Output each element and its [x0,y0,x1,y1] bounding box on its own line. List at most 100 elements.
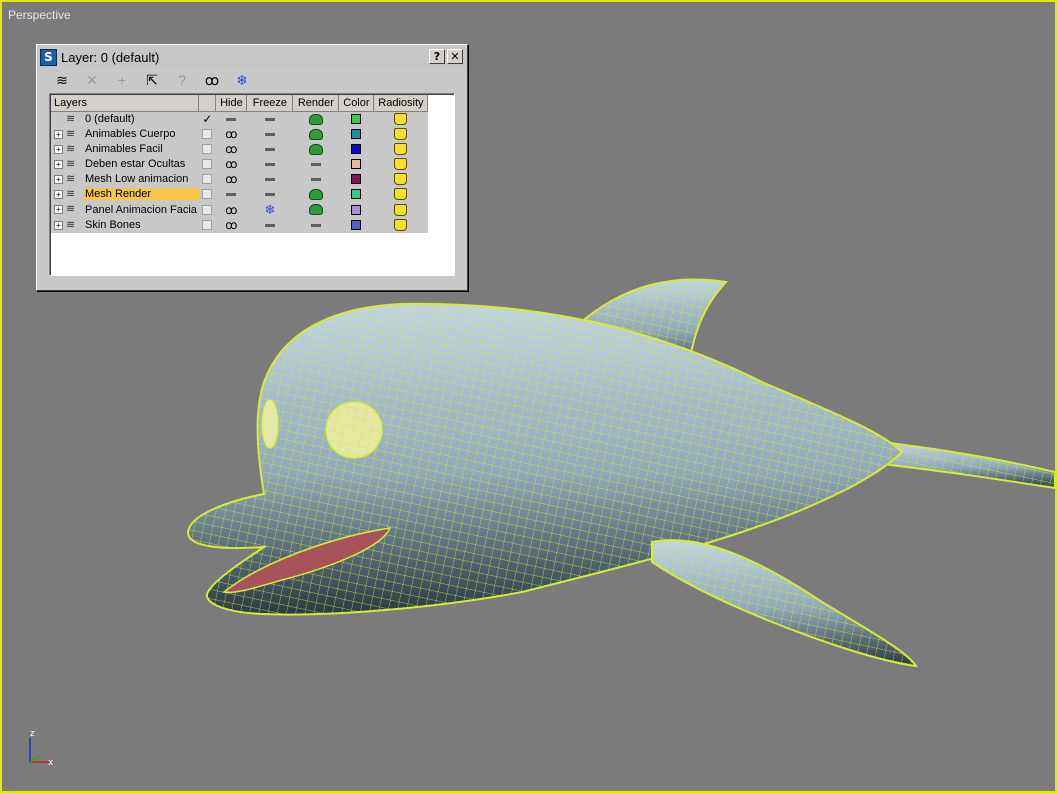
color-cell[interactable] [338,217,374,233]
render-toggle[interactable] [292,111,339,127]
expand-toggle[interactable]: + [54,205,63,214]
freeze-toggle[interactable] [246,126,293,142]
freeze-toggle[interactable] [246,141,293,157]
color-cell[interactable] [338,141,374,157]
layer-row[interactable]: ≋ 0 (default) ✓ [51,111,428,127]
expand-toggle[interactable]: + [54,144,63,154]
layer-dialog[interactable]: S Layer: 0 (default) ? ✕ ≋ ✕ + ⇱? ꝏ ❄ Layers … [36,44,468,291]
new-layer-button[interactable]: ≋ [51,70,73,90]
add-to-layer-button[interactable]: + [111,70,133,90]
col-header-radiosity[interactable]: Radiosity [373,95,429,112]
hide-toggle[interactable]: ꝏ [215,126,247,142]
delete-layer-button[interactable]: ✕ [81,70,103,90]
col-header-freeze[interactable]: Freeze [246,95,294,112]
color-cell[interactable] [338,126,374,142]
layer-name-cell[interactable]: + ≋ Panel Animacion Facia [51,201,199,218]
expand-toggle[interactable]: + [54,189,63,199]
layer-name-cell[interactable]: ≋ 0 (default) [51,111,199,127]
radiosity-toggle[interactable] [373,171,428,187]
hide-all-button[interactable]: ꝏ [201,70,223,90]
render-toggle[interactable] [292,186,339,202]
current-layer-cell[interactable] [198,217,216,233]
col-header-render[interactable]: Render [292,95,340,112]
expand-toggle[interactable]: + [54,129,63,139]
hide-toggle[interactable]: ꝏ [215,171,247,187]
dialog-titlebar[interactable]: S Layer: 0 (default) ? ✕ [39,47,465,67]
layer-row[interactable]: + ≋ Animables Facil ꝏ [51,141,428,157]
hide-toggle[interactable]: ꝏ [215,141,247,157]
color-swatch[interactable] [351,174,362,185]
current-layer-checkbox[interactable] [202,189,213,200]
expand-toggle[interactable]: + [54,220,63,230]
freeze-toggle[interactable] [246,111,293,127]
hide-toggle[interactable]: ꝏ [215,156,247,172]
layer-list[interactable]: Layers Hide Freeze Render Color Radiosit… [49,93,455,276]
layer-row[interactable]: + ≋ Mesh Low animacion ꝏ [51,171,428,187]
freeze-toggle[interactable] [246,217,293,233]
render-toggle[interactable] [292,126,339,142]
layer-name-cell[interactable]: + ≋ Animables Facil [51,141,199,157]
color-cell[interactable] [338,171,374,187]
current-layer-checkbox[interactable] [202,204,213,215]
radiosity-toggle[interactable] [373,126,428,142]
freeze-toggle[interactable] [246,171,293,187]
color-swatch[interactable] [351,159,362,170]
color-cell[interactable] [338,156,374,172]
layer-name-cell[interactable]: + ≋ Animables Cuerpo [51,126,199,142]
radiosity-toggle[interactable] [373,201,428,218]
color-swatch[interactable] [351,204,362,215]
current-layer-cell[interactable] [198,186,216,202]
layer-name-cell[interactable]: + ≋ Skin Bones [51,217,199,233]
color-cell[interactable] [338,186,374,202]
render-toggle[interactable] [292,201,339,218]
radiosity-toggle[interactable] [373,217,428,233]
highlight-selected-button[interactable]: ? [171,70,193,90]
color-cell[interactable] [338,201,374,218]
render-toggle[interactable] [292,171,339,187]
layer-row[interactable]: + ≋ Deben estar Ocultas ꝏ [51,156,428,172]
help-button[interactable]: ? [429,49,445,64]
current-layer-cell[interactable] [198,141,216,157]
layer-name-cell[interactable]: + ≋ Deben estar Ocultas [51,156,199,172]
current-layer-checkbox[interactable] [202,144,213,155]
radiosity-toggle[interactable] [373,186,428,202]
freeze-toggle[interactable] [246,186,293,202]
current-layer-checkbox[interactable] [202,159,213,170]
render-toggle[interactable] [292,141,339,157]
color-swatch[interactable] [351,114,362,125]
freeze-toggle[interactable] [246,156,293,172]
current-layer-cell[interactable] [198,171,216,187]
hide-toggle[interactable]: ꝏ [215,201,247,218]
radiosity-toggle[interactable] [373,111,428,127]
select-objects-button[interactable]: ⇱ [141,70,163,90]
col-header-current[interactable] [198,95,217,112]
current-layer-cell[interactable] [198,126,216,142]
layer-row[interactable]: + ≋ Mesh Render [51,186,428,202]
hide-toggle[interactable]: ꝏ [215,217,247,233]
layer-row[interactable]: + ≋ Skin Bones ꝏ [51,217,428,233]
current-layer-cell[interactable] [198,201,216,218]
color-swatch[interactable] [351,220,362,231]
layer-name-cell[interactable]: + ≋ Mesh Low animacion [51,171,199,187]
expand-toggle[interactable]: + [54,174,63,184]
freeze-toggle[interactable]: ❄ [246,201,293,218]
close-button[interactable]: ✕ [447,49,463,64]
radiosity-toggle[interactable] [373,141,428,157]
render-toggle[interactable] [292,156,339,172]
color-swatch[interactable] [351,189,362,200]
current-layer-checkbox[interactable] [202,174,213,185]
hide-toggle[interactable] [215,186,247,202]
col-header-hide[interactable]: Hide [215,95,248,112]
expand-toggle[interactable]: + [54,159,63,169]
radiosity-toggle[interactable] [373,156,428,172]
layer-name-cell[interactable]: + ≋ Mesh Render [51,186,199,202]
col-header-color[interactable]: Color [338,95,375,112]
color-swatch[interactable] [351,129,362,140]
current-layer-checkbox[interactable] [202,129,213,140]
hide-toggle[interactable] [215,111,247,127]
render-toggle[interactable] [292,217,339,233]
color-swatch[interactable] [351,144,362,155]
current-layer-cell[interactable]: ✓ [198,111,216,127]
col-header-layers[interactable]: Layers [51,95,200,112]
current-layer-cell[interactable] [198,156,216,172]
